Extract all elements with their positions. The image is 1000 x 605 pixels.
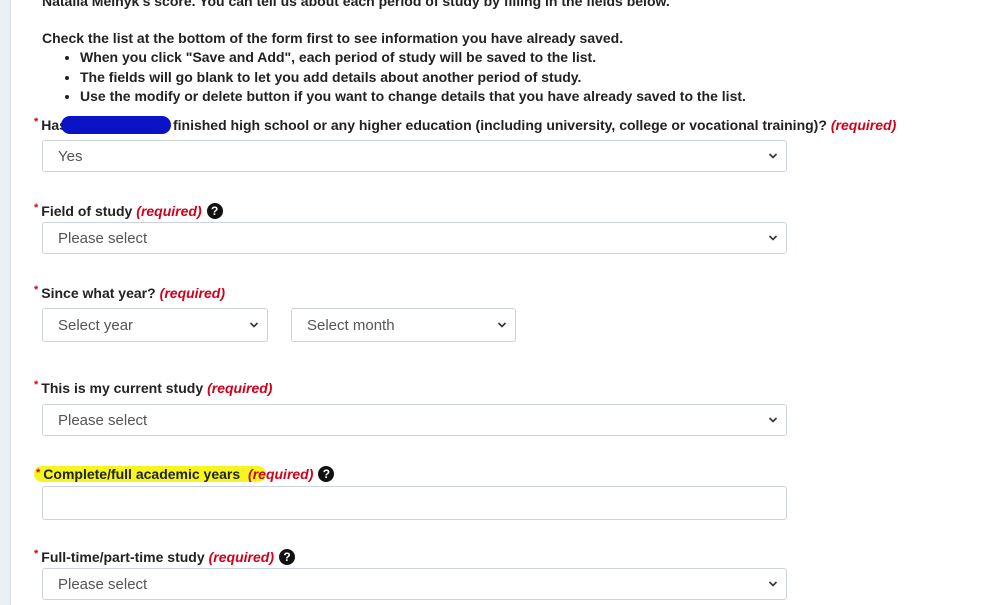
required-asterisk: * bbox=[36, 467, 41, 479]
chevron-down-icon bbox=[768, 153, 778, 159]
required-text: (required) bbox=[830, 117, 897, 133]
academic-years-label: * Complete/full academic years (re quired)… bbox=[34, 466, 335, 482]
list-item: The fields will go blank to let you add … bbox=[80, 68, 746, 88]
required-asterisk: * bbox=[34, 548, 39, 560]
required-asterisk: * bbox=[34, 202, 39, 214]
select-value: Please select bbox=[58, 411, 148, 429]
label-end: finished high school or any higher educa… bbox=[172, 117, 827, 133]
label-text: Full-time/part-time study bbox=[41, 549, 205, 565]
select-value: Please select bbox=[58, 229, 148, 247]
label-text: Field of study bbox=[41, 203, 133, 219]
higher-education-label: * Has finished high school or any higher… bbox=[34, 116, 896, 134]
required-text-rest: quired) bbox=[265, 466, 314, 482]
required-text: (required) bbox=[207, 380, 273, 396]
help-icon[interactable]: ? bbox=[278, 549, 295, 565]
chevron-down-icon bbox=[768, 581, 778, 587]
current-study-label: * This is my current study (required) bbox=[34, 379, 273, 396]
required-text: (required) bbox=[136, 203, 202, 219]
since-year-label: * Since what year? (required) bbox=[34, 284, 226, 301]
academic-years-input[interactable] bbox=[42, 486, 787, 520]
label-text: Complete/full academic years bbox=[43, 466, 241, 482]
label-text: This is my current study bbox=[41, 380, 204, 396]
help-icon[interactable]: ? bbox=[318, 466, 335, 482]
required-asterisk: * bbox=[34, 284, 39, 296]
required-text: (required) bbox=[208, 549, 274, 565]
chevron-down-icon bbox=[497, 322, 507, 328]
select-value: Please select bbox=[58, 575, 148, 593]
select-value: Yes bbox=[58, 147, 83, 165]
intro-check-line: Check the list at the bottom of the form… bbox=[42, 30, 624, 46]
select-value: Select month bbox=[307, 316, 395, 334]
chevron-down-icon bbox=[768, 235, 778, 241]
field-of-study-label: * Field of study (required) ? bbox=[34, 202, 223, 219]
required-asterisk: * bbox=[34, 379, 39, 391]
year-select[interactable]: Select year bbox=[42, 308, 268, 342]
chevron-down-icon bbox=[768, 417, 778, 423]
help-icon[interactable]: ? bbox=[206, 203, 223, 219]
instructions-list: When you click "Save and Add", each peri… bbox=[62, 48, 746, 107]
required-text-highlighted: (re bbox=[248, 466, 266, 482]
list-item: When you click "Save and Add", each peri… bbox=[80, 48, 746, 68]
chevron-down-icon bbox=[249, 322, 259, 328]
field-of-study-select[interactable]: Please select bbox=[42, 222, 787, 254]
label-text: Since what year? bbox=[41, 285, 156, 301]
study-mode-select[interactable]: Please select bbox=[42, 568, 787, 600]
select-value: Select year bbox=[58, 316, 134, 334]
highlight-marker: * Complete/full academic years (re bbox=[34, 466, 266, 482]
higher-education-select[interactable]: Yes bbox=[42, 140, 787, 172]
list-item: Use the modify or delete button if you w… bbox=[80, 87, 746, 107]
required-asterisk: * bbox=[34, 116, 39, 128]
intro-score-line: Natalia Melnyk's score. You can tell us … bbox=[42, 0, 670, 9]
month-select[interactable]: Select month bbox=[291, 308, 516, 342]
study-mode-label: * Full-time/part-time study (required) ? bbox=[34, 548, 295, 565]
current-study-select[interactable]: Please select bbox=[42, 404, 787, 436]
redacted-name bbox=[60, 116, 171, 134]
required-text: (required) bbox=[159, 285, 226, 301]
